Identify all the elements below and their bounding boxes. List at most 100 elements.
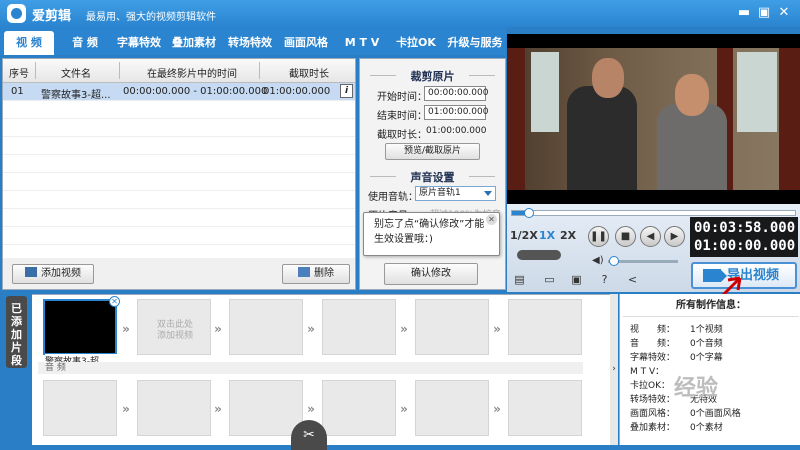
- maximize-icon[interactable]: ▣: [756, 5, 772, 21]
- timeline-slot[interactable]: [322, 299, 396, 355]
- progress-handle[interactable]: [523, 208, 534, 218]
- tab-upgrade[interactable]: 升级与服务: [444, 31, 506, 55]
- timeline-slot[interactable]: [415, 299, 489, 355]
- end-time-input[interactable]: 01:00:00.000: [424, 105, 488, 120]
- info-label: M T V：: [630, 367, 665, 377]
- audio-slot[interactable]: [229, 380, 303, 436]
- tab-subtitle-effects[interactable]: 字幕特效: [113, 31, 165, 55]
- tab-overlay[interactable]: 叠加素材: [168, 31, 220, 55]
- tab-style[interactable]: 画面风格: [280, 31, 332, 55]
- info-value: 0个字幕: [690, 353, 723, 363]
- current-time: 00:03:58.000: [694, 220, 796, 236]
- tab-video[interactable]: 视 频: [4, 31, 54, 55]
- close-icon[interactable]: ✕: [486, 214, 497, 225]
- tooltip-line1: 别忘了点“确认修改”才能: [374, 219, 485, 230]
- start-time-label: 开始时间：: [377, 92, 427, 103]
- table-row[interactable]: 01 警察故事3-超... 00:00:00.000 - 01:00:00.00…: [3, 83, 355, 101]
- tab-mtv[interactable]: M T V: [338, 31, 386, 55]
- clip-list-header: 序号 文件名 在最终影片中的时间 截取时长: [3, 59, 355, 83]
- info-label: 卡拉OK：: [630, 381, 670, 391]
- info-label: 画面风格：: [630, 409, 676, 419]
- minimize-icon[interactable]: ▬: [736, 5, 752, 21]
- chevron-right-icon: »: [493, 402, 501, 416]
- total-time: 01:00:00.000: [694, 238, 796, 254]
- app-logo-icon: [7, 4, 26, 23]
- scissors-icon[interactable]: ✂: [291, 420, 327, 450]
- info-value: 0个音频: [690, 339, 723, 349]
- table-row: [3, 209, 355, 227]
- info-value: 0个素材: [690, 423, 723, 433]
- app-slogan: 最易用、强大的视频剪辑软件: [86, 12, 216, 23]
- chevron-right-icon: »: [307, 402, 315, 416]
- start-time-input[interactable]: 00:00:00.000: [424, 86, 488, 101]
- tab-karaoke[interactable]: 卡拉OK: [392, 31, 440, 55]
- audio-slot[interactable]: [137, 380, 211, 436]
- save-icon[interactable]: ▣: [570, 273, 583, 286]
- help-icon[interactable]: ?: [598, 273, 611, 286]
- track-label: 使用音轨：: [368, 192, 418, 203]
- tab-audio[interactable]: 音 频: [60, 31, 110, 55]
- col-time: 在最终影片中的时间: [147, 69, 237, 80]
- film-icon: [25, 267, 37, 277]
- chevron-right-icon: »: [400, 322, 408, 336]
- collapse-panel-icon[interactable]: ›: [610, 294, 618, 445]
- speed-1x[interactable]: 1X: [539, 229, 555, 242]
- table-row: [3, 119, 355, 137]
- volume-handle[interactable]: [609, 256, 619, 266]
- added-clips-tab[interactable]: 已添加片段: [6, 296, 27, 368]
- duration-label: 截取时长：: [377, 130, 427, 141]
- volume-icon[interactable]: ◀): [592, 255, 604, 266]
- delete-button[interactable]: 删除: [282, 264, 350, 284]
- info-label: 字幕特效：: [630, 353, 676, 363]
- title-bar: 爱剪辑 最易用、强大的视频剪辑软件 ▬ ▣ ✕: [0, 0, 800, 27]
- audio-slot[interactable]: [508, 380, 582, 436]
- speed-half[interactable]: 1/2X: [510, 229, 538, 242]
- audio-slot[interactable]: [415, 380, 489, 436]
- folder-icon[interactable]: ▭: [543, 273, 556, 286]
- preview-trim-button[interactable]: 预览/截取原片: [385, 143, 480, 160]
- end-time-label: 结束时间：: [377, 111, 427, 122]
- confirm-edit-button[interactable]: 确认修改: [384, 263, 478, 285]
- next-icon[interactable]: ▶: [664, 226, 685, 247]
- prev-icon[interactable]: ◀: [640, 226, 661, 247]
- row-time-range: 00:00:00.000 - 01:00:00.000: [123, 86, 268, 97]
- col-index: 序号: [9, 69, 29, 80]
- trash-icon: [298, 267, 310, 277]
- table-row: [3, 173, 355, 191]
- share-icon[interactable]: <: [626, 273, 639, 286]
- audio-track-select[interactable]: 原片音轨1: [415, 186, 496, 201]
- col-filename: 文件名: [61, 69, 91, 80]
- speed-2x[interactable]: 2X: [560, 229, 576, 242]
- pause-icon[interactable]: ❚❚: [588, 226, 609, 247]
- timeline-slot[interactable]: [229, 299, 303, 355]
- row-filename: 警察故事3-超...: [41, 90, 111, 101]
- table-row: [3, 227, 355, 245]
- stop-icon[interactable]: ■: [615, 226, 636, 247]
- info-label: 视 频：: [630, 325, 676, 335]
- clip-list-footer: 添加视频 删除: [2, 258, 356, 290]
- tab-bar: 视 频 音 频 字幕特效 叠加素材 转场特效 画面风格 M T V 卡拉OK 升…: [0, 27, 506, 55]
- timeline-slot[interactable]: [508, 299, 582, 355]
- chevron-right-icon: »: [307, 322, 315, 336]
- snapshot-icon[interactable]: ▤: [513, 273, 526, 286]
- progress-bar[interactable]: [511, 208, 796, 218]
- timeline-slot[interactable]: 双击此处 添加视频: [137, 299, 211, 355]
- table-row: [3, 155, 355, 173]
- tab-transition[interactable]: 转场特效: [224, 31, 276, 55]
- chevron-right-icon: »: [122, 402, 130, 416]
- add-clip-hint: 双击此处 添加视频: [156, 320, 193, 341]
- close-icon[interactable]: ✕: [776, 5, 792, 21]
- info-value: 0个画面风格: [690, 409, 741, 419]
- audio-slot[interactable]: [322, 380, 396, 436]
- audio-slot[interactable]: [43, 380, 117, 436]
- timeline-clip[interactable]: ✕ 警察故事3-超...: [43, 296, 120, 367]
- add-video-button[interactable]: 添加视频: [12, 264, 94, 284]
- info-icon[interactable]: i: [340, 84, 353, 98]
- close-icon[interactable]: ✕: [109, 296, 120, 307]
- time-display: 00:03:58.000 01:00:00.000: [690, 217, 798, 257]
- chevron-right-icon: »: [214, 402, 222, 416]
- duration-value: 01:00:00.000: [426, 126, 487, 136]
- audio-track-label: 音 频: [38, 362, 583, 374]
- speed-slider[interactable]: [517, 250, 561, 260]
- app-title: 爱剪辑: [32, 9, 72, 24]
